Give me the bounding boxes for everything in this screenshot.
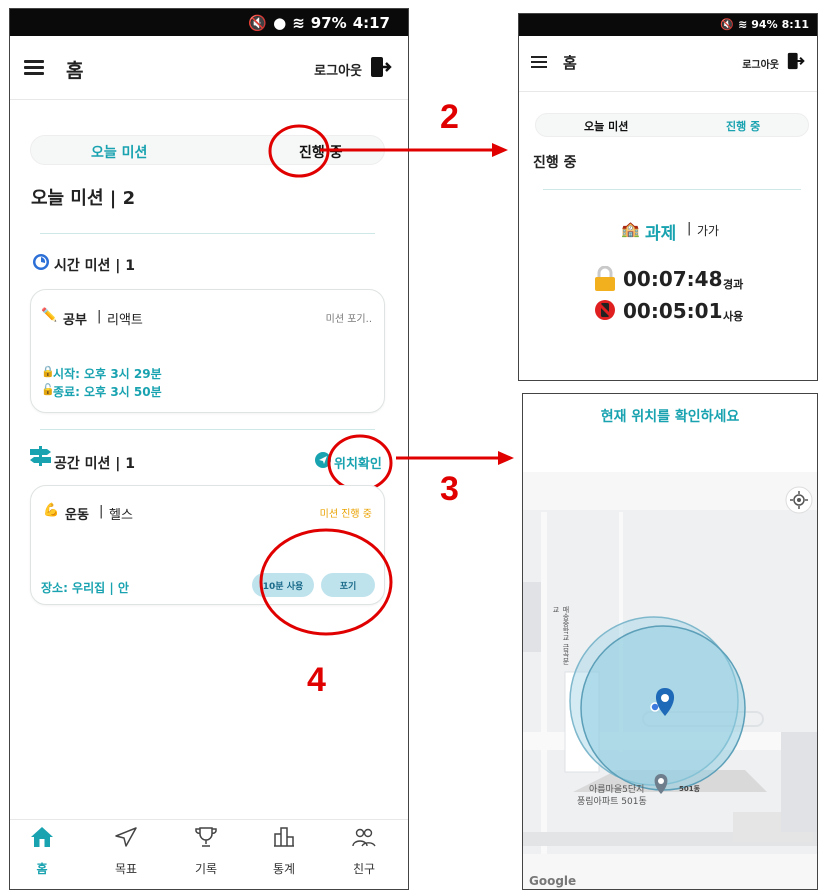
place-text: 장소: 우리집 | 안: [41, 581, 129, 595]
friends-icon: [352, 828, 376, 847]
location-icon: ●: [273, 14, 287, 32]
used-time: 00:05:01: [623, 299, 723, 323]
used-label: 사용: [723, 310, 744, 323]
space-card-name: 헬스: [109, 508, 133, 523]
annotation-arrow-2: [320, 143, 508, 157]
today-mission-count: 오늘 미션 | 2: [31, 188, 136, 209]
school-icon: 🏫: [621, 220, 640, 238]
nav-friends[interactable]: 친구: [334, 826, 394, 877]
mission-status: 미션 진행 중: [319, 509, 372, 520]
building-icon: [274, 827, 294, 847]
annotation-number-3: 3: [440, 470, 459, 508]
give-up-link[interactable]: 미션 포기..: [326, 310, 372, 325]
pencil-icon: ✏️: [41, 308, 58, 323]
google-logo: Google: [529, 874, 577, 888]
timer-icon: [33, 254, 49, 270]
battery-percent: 97%: [310, 14, 347, 32]
space-card-category: 운동: [65, 508, 89, 523]
nav-stats[interactable]: 통계: [254, 826, 314, 877]
mission-name: 과제: [645, 224, 677, 244]
clock: 4:17: [352, 14, 390, 32]
trophy-icon: [195, 827, 217, 847]
nav-record[interactable]: 기록: [176, 826, 236, 877]
annotation-circle-4: [259, 528, 393, 636]
nav-home[interactable]: 홈: [12, 826, 72, 877]
map-label-school: 매송중학교 금곡분교: [552, 606, 570, 665]
divider: [40, 233, 375, 234]
space-card-sep: |: [99, 504, 104, 519]
mission-detail: 가가: [697, 224, 720, 238]
divider: [543, 189, 801, 190]
annotation-arrow-3: [396, 451, 514, 465]
battery-percent: 94%: [751, 18, 778, 31]
status-bar: 🔇 ● ≋ 97% 4:17: [10, 9, 408, 36]
elapsed-label: 경과: [723, 278, 744, 291]
logout-button[interactable]: 로그아웃: [314, 60, 362, 79]
wifi-icon: ≋: [292, 14, 305, 32]
map-label-building: 501동: [679, 785, 701, 793]
time-mission-title: 시간 미션 | 1: [54, 258, 135, 274]
home-icon: [31, 827, 53, 847]
bottom-navigation: 홈 목표 기록 통계 친구: [10, 819, 408, 889]
map-phone-screen: 현재 위치를 확인하세요 매송중학교 금곡분교 아름마을5단지 풍림아파트 50…: [522, 393, 818, 890]
right-top-phone-screen: 🔇 ≋ 94% 8:11 홈 로그아웃 오늘 미션 진행 중 진행 중 🏫 과제…: [518, 13, 818, 381]
muscle-icon: 💪: [43, 503, 60, 518]
map-label-apartment-2: 풍림아파트 501동: [577, 797, 647, 807]
wifi-icon: ≋: [738, 18, 748, 31]
mission-sep: |: [687, 221, 692, 236]
app-bar: 홈 로그아웃: [10, 36, 408, 100]
page-title: 홈: [66, 60, 84, 82]
send-icon: [115, 827, 137, 847]
logout-icon[interactable]: [370, 56, 392, 78]
mute-icon: 🔇: [248, 14, 268, 32]
divider: [40, 429, 375, 430]
logout-button[interactable]: 로그아웃: [742, 56, 779, 71]
menu-icon[interactable]: [24, 60, 44, 76]
app-bar: 홈 로그아웃: [519, 36, 817, 92]
status-bar: 🔇 ≋ 94% 8:11: [519, 14, 817, 36]
end-time: 종료: 오후 3시 50분: [53, 385, 162, 399]
page-title: 홈: [563, 54, 577, 72]
menu-icon[interactable]: [531, 56, 547, 68]
time-card-category: 공부: [63, 313, 87, 328]
time-card-name: 리액트: [107, 313, 143, 328]
annotation-circle-3: [327, 434, 393, 492]
tab-today[interactable]: 오늘 미션: [584, 118, 628, 134]
map-header: 현재 위치를 확인하세요: [523, 394, 817, 472]
signpost-icon: [30, 446, 51, 466]
mission-tabs: 오늘 미션 진행 중: [535, 113, 809, 137]
mute-icon: 🔇: [720, 18, 735, 31]
nav-goal[interactable]: 목표: [96, 826, 156, 877]
annotation-number-4: 4: [307, 661, 326, 699]
start-time: 시작: 오후 3시 29분: [53, 367, 162, 381]
logout-icon[interactable]: [787, 52, 805, 70]
tab-progress[interactable]: 진행 중: [726, 118, 760, 134]
no-phone-icon: [595, 300, 615, 320]
map-title: 현재 위치를 확인하세요: [600, 409, 740, 425]
elapsed-time: 00:07:48: [623, 267, 723, 291]
space-mission-title: 공간 미션 | 1: [54, 456, 135, 472]
map-view[interactable]: [523, 472, 818, 890]
annotation-number-2: 2: [440, 98, 459, 136]
my-location-icon[interactable]: [785, 486, 813, 514]
lock-icon: [595, 266, 615, 291]
time-card-sep: |: [97, 309, 102, 324]
tab-today[interactable]: 오늘 미션: [91, 142, 147, 162]
time-mission-card[interactable]: ✏️ 공부 | 리액트 미션 포기.. 🔒 시작: 오후 3시 29분 🔓 종료…: [30, 289, 385, 413]
section-heading: 진행 중: [533, 155, 577, 171]
clock: 8:11: [781, 18, 809, 31]
